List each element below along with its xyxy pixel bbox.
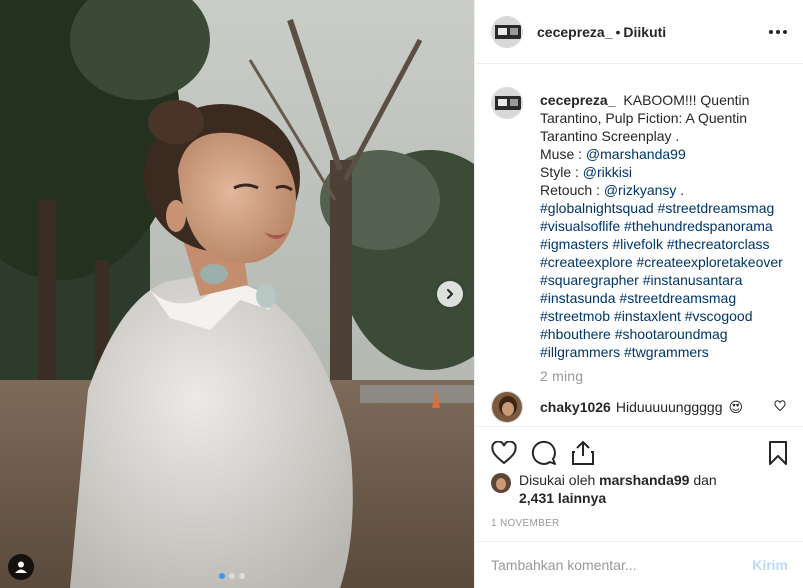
hashtag-list: #globalnightsquad #streetdreamsmag #visua… — [540, 199, 788, 361]
caption-text-line: Tarantino, Pulp Fiction: A Quentin — [540, 110, 748, 126]
likes-summary: Disukai oleh marshanda99 dan 2,431 lainn… — [491, 471, 788, 507]
hashtag-link[interactable]: #streetdreamsmag — [619, 290, 736, 306]
hashtag-link[interactable]: #createexploretakeover — [637, 254, 783, 270]
comment-item: chaky1026 Hiduuuuunggggg 😍 — [491, 391, 788, 423]
hashtag-link[interactable]: #hbouthere — [540, 326, 611, 342]
caption-text-line: KABOOM!!! Quentin — [623, 92, 750, 108]
hashtag-link[interactable]: #squaregrapher — [540, 272, 639, 288]
comment-input[interactable] — [491, 557, 753, 573]
follow-status-button[interactable]: Diikuti — [623, 24, 666, 40]
hashtag-link[interactable]: #igmasters — [540, 236, 608, 252]
post-comment-button[interactable]: Kirim — [752, 557, 788, 573]
carousel-dot — [239, 573, 245, 579]
comments-area[interactable]: cecepreza_ KABOOM!!! Quentin Tarantino, … — [475, 65, 803, 426]
likes-count-link[interactable]: 2,431 lainnya — [519, 490, 606, 506]
comment-composer: Kirim — [475, 541, 803, 588]
post-actions: Disukai oleh marshanda99 dan 2,431 lainn… — [475, 426, 803, 529]
post-date[interactable]: 1 NOVEMBER — [491, 518, 788, 529]
bookmark-icon[interactable] — [768, 440, 788, 466]
post-photo[interactable] — [0, 0, 474, 588]
hashtag-line: #createexplore #createexploretakeover — [540, 253, 788, 271]
comment-text: Hiduuuuunggggg — [615, 399, 723, 415]
mention-link[interactable]: @rizkyansy — [604, 182, 677, 198]
avatar[interactable] — [491, 473, 511, 493]
hashtag-link[interactable]: #shootaroundmag — [615, 326, 728, 342]
post-header: cecepreza_ • Diikuti — [475, 0, 803, 64]
hashtag-line: #squaregrapher #instanusantara — [540, 271, 788, 289]
hashtag-line: #instasunda #streetdreamsmag — [540, 289, 788, 307]
comment-username[interactable]: chaky1026 — [540, 399, 611, 415]
hashtag-link[interactable]: #createexplore — [540, 254, 633, 270]
caption-text-line: Tarantino Screenplay . — [540, 128, 680, 144]
hashtag-link[interactable]: #thecreatorclass — [667, 236, 770, 252]
hashtag-link[interactable]: #instanusantara — [643, 272, 743, 288]
tagged-users-button[interactable] — [8, 554, 34, 580]
avatar[interactable] — [491, 87, 523, 119]
likes-conj: dan — [693, 472, 717, 488]
likes-user-link[interactable]: marshanda99 — [599, 472, 689, 488]
user-tag-icon — [15, 561, 27, 573]
hashtag-link[interactable]: #visualsoflife — [540, 218, 620, 234]
post-details-panel: cecepreza_ • Diikuti cecepreza_ KABOOM!!… — [474, 0, 803, 588]
hashtag-link[interactable]: #instaxlent — [614, 308, 681, 324]
avatar[interactable] — [491, 15, 523, 48]
mention-link[interactable]: @marshanda99 — [586, 146, 686, 162]
carousel-dot — [219, 573, 225, 579]
hashtag-link[interactable]: #thehundredspanorama — [624, 218, 773, 234]
hashtag-line: #hbouthere #shootaroundmag — [540, 325, 788, 343]
hashtag-link[interactable]: #instasunda — [540, 290, 616, 306]
chevron-right-icon — [447, 289, 454, 299]
hashtag-line: #illgrammers #twgrammers — [540, 343, 788, 361]
header-separator: • — [615, 23, 621, 40]
caption: cecepreza_ KABOOM!!! Quentin Tarantino, … — [491, 87, 788, 361]
avatar[interactable] — [491, 391, 523, 423]
heart-icon[interactable] — [491, 441, 517, 465]
carousel-indicator — [219, 573, 245, 579]
carousel-next-button[interactable] — [437, 281, 463, 307]
hashtag-link[interactable]: #streetdreamsmag — [658, 200, 775, 216]
hashtag-link[interactable]: #livefolk — [612, 236, 663, 252]
carousel-dot — [229, 573, 235, 579]
caption-text: cecepreza_ KABOOM!!! Quentin Tarantino, … — [540, 91, 788, 361]
avatar-image — [492, 16, 522, 47]
hashtag-line: #globalnightsquad #streetdreamsmag — [540, 199, 788, 217]
hashtag-line: #igmasters #livefolk #thecreatorclass — [540, 235, 788, 253]
avatar-image — [492, 88, 522, 118]
hashtag-line: #visualsoflife #thehundredspanorama — [540, 217, 788, 235]
like-comment-icon[interactable] — [774, 399, 786, 415]
hashtag-link[interactable]: #streetmob — [540, 308, 610, 324]
caption-username[interactable]: cecepreza_ — [540, 92, 616, 108]
avatar-image — [492, 392, 522, 422]
more-options-icon[interactable] — [769, 29, 787, 34]
credit-suffix: . — [680, 182, 685, 198]
share-icon[interactable] — [571, 440, 595, 466]
photo-image — [0, 0, 474, 588]
credit-label: Muse : — [540, 146, 583, 162]
credit-label: Style : — [540, 164, 579, 180]
mention-link[interactable]: @rikkisi — [583, 164, 632, 180]
hashtag-link[interactable]: #globalnightsquad — [540, 200, 654, 216]
hashtag-link[interactable]: #vscogood — [685, 308, 753, 324]
likes-prefix: Disukai oleh — [519, 472, 596, 488]
hashtag-link[interactable]: #illgrammers — [540, 344, 620, 360]
caption-timestamp[interactable]: 2 ming — [540, 368, 788, 384]
header-username[interactable]: cecepreza_ — [537, 24, 613, 40]
hashtag-line: #streetmob #instaxlent #vscogood — [540, 307, 788, 325]
hashtag-link[interactable]: #twgrammers — [624, 344, 709, 360]
comment-icon[interactable] — [531, 440, 557, 466]
comment-emoji: 😍 — [728, 398, 744, 415]
credit-label: Retouch : — [540, 182, 600, 198]
